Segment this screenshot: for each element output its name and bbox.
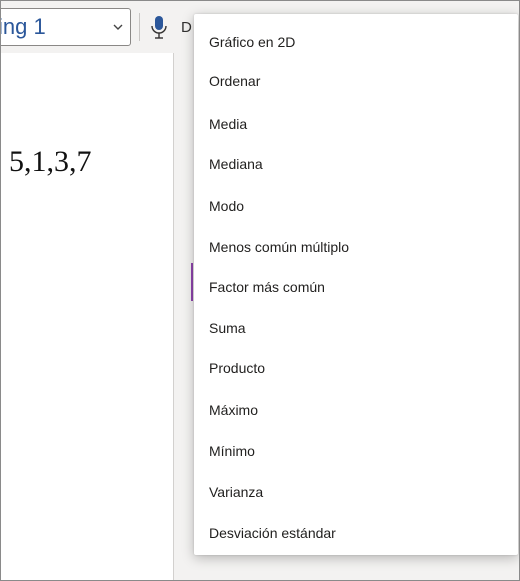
- menu-item-label: Mínimo: [209, 443, 255, 459]
- menu-item-label: Modo: [209, 198, 245, 214]
- menu-item-label: Desviación estándar: [209, 525, 336, 541]
- menu-item-mediana[interactable]: Mediana: [194, 146, 518, 182]
- menu-item-desviacion-estandar[interactable]: Desviación estándar: [194, 515, 518, 551]
- menu-item-varianza[interactable]: Varianza: [194, 474, 518, 510]
- menu-item-minimo[interactable]: Mínimo: [194, 433, 518, 469]
- microphone-icon[interactable]: [149, 15, 169, 41]
- menu-item-suma[interactable]: Suma: [194, 310, 518, 346]
- menu-item-modo[interactable]: Modo: [194, 188, 518, 224]
- chevron-down-icon: [113, 24, 123, 30]
- document-text[interactable]: 5,1,3,7: [9, 145, 92, 179]
- dictate-button-label[interactable]: D: [181, 19, 192, 36]
- menu-item-factor-mas-comun[interactable]: Factor más común: [194, 269, 518, 305]
- menu-item-label: Producto: [209, 360, 266, 376]
- app-window: ing 1 D 5,1,3,7 Gráfico en 2D Ordenar Me…: [0, 0, 520, 581]
- menu-item-label: Máximo: [209, 402, 259, 418]
- menu-item-label: Factor más común: [209, 279, 325, 295]
- math-actions-menu: Gráfico en 2D Ordenar Media Mediana Modo…: [194, 14, 518, 555]
- menu-item-label: Menos común múltiplo: [209, 239, 350, 255]
- menu-item-label: Gráfico en 2D: [209, 34, 296, 50]
- menu-item-label: Varianza: [209, 484, 264, 500]
- menu-item-label: Ordenar: [209, 73, 261, 89]
- style-dropdown-value: ing 1: [0, 14, 46, 39]
- menu-item-maximo[interactable]: Máximo: [194, 392, 518, 428]
- menu-item-producto[interactable]: Producto: [194, 350, 518, 386]
- menu-item-ordenar[interactable]: Ordenar: [194, 63, 518, 99]
- menu-item-label: Suma: [209, 320, 246, 336]
- style-dropdown[interactable]: ing 1: [0, 8, 131, 46]
- menu-item-menos-comun-multiplo[interactable]: Menos común múltiplo: [194, 229, 518, 265]
- menu-item-label: Media: [209, 116, 248, 132]
- selection-indicator: [191, 263, 193, 301]
- menu-item-grafico-2d[interactable]: Gráfico en 2D: [194, 24, 518, 60]
- menu-item-label: Mediana: [209, 156, 263, 172]
- menu-item-media[interactable]: Media: [194, 106, 518, 142]
- toolbar-divider: [139, 13, 140, 41]
- document-page[interactable]: 5,1,3,7: [1, 53, 174, 580]
